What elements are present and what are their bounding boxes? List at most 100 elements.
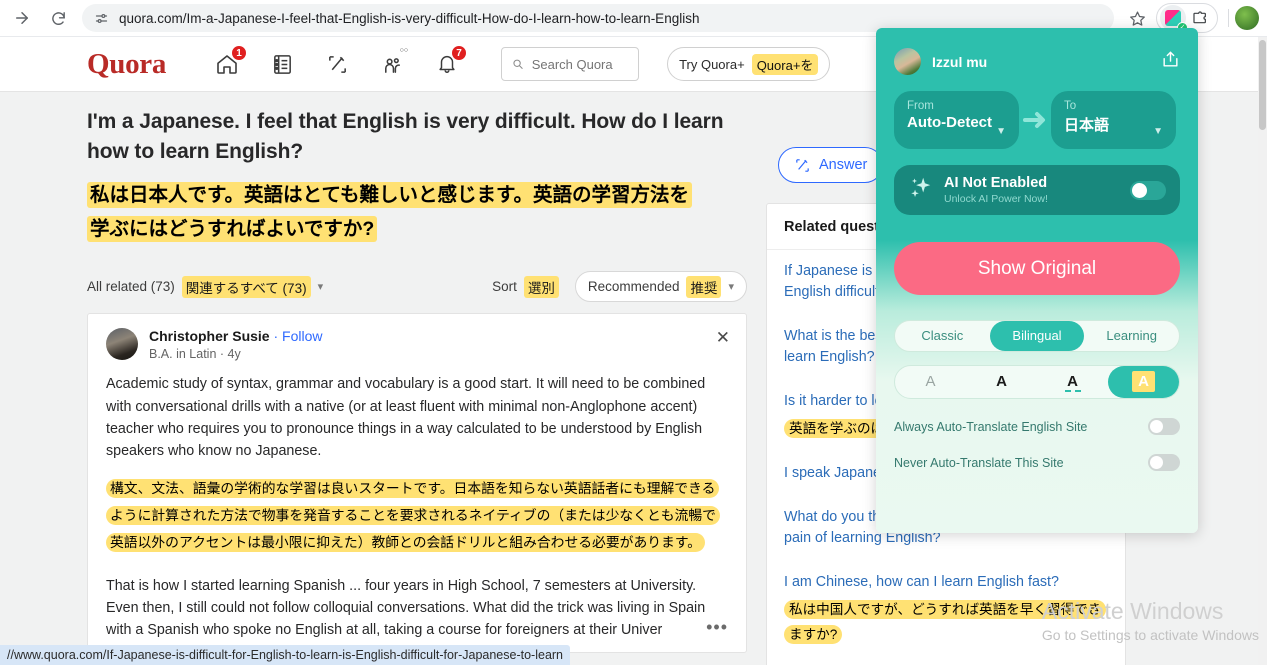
language-selector-row: From Auto-Detect ▼ To 日本語 ▼ xyxy=(876,75,1198,149)
all-related-label: All related (73) xyxy=(87,279,175,295)
sort-controls: Sort 選別 Recommended 推奨 ▾ xyxy=(492,271,747,303)
recommended-dropdown[interactable]: Recommended 推奨 ▾ xyxy=(574,271,747,303)
watermark-subtitle: Go to Settings to activate Windows xyxy=(1041,627,1259,643)
ai-status-title: AI Not Enabled xyxy=(944,174,1048,191)
status-bar-url: //www.quora.com/If-Japanese-is-difficult… xyxy=(0,645,571,665)
windows-activation-watermark: Activate Windows Go to Settings to activ… xyxy=(1042,598,1259,643)
nav-spaces-icon[interactable]: ○○ xyxy=(377,47,408,79)
mode-learning[interactable]: Learning xyxy=(1084,321,1179,351)
page-scrollbar-thumb[interactable] xyxy=(1259,40,1266,130)
style-faded-option[interactable]: A xyxy=(895,366,966,398)
quora-nav: 1 ○○ 7 xyxy=(212,45,468,79)
home-badge: 1 xyxy=(231,45,248,61)
related-question-link[interactable]: I am Chinese, how can I learn English fa… xyxy=(784,574,1059,590)
chevron-down-icon: ▼ xyxy=(996,126,1006,137)
page-title-translation: 私は日本人です。英語はとても難しいと感じます。英語の学習方法を 学ぶにはどうすれ… xyxy=(87,178,747,246)
all-related-filter[interactable]: All related (73) 関連するすべて (73) ▾ xyxy=(87,275,324,298)
page-title-translation-line1: 私は日本人です。英語はとても難しいと感じます。英語の学習方法を xyxy=(87,181,693,208)
profile-avatar[interactable] xyxy=(1235,6,1259,30)
mode-bilingual[interactable]: Bilingual xyxy=(989,321,1085,351)
filter-row: All related (73) 関連するすべて (73) ▾ Sort 選別 … xyxy=(87,271,747,303)
answer-paragraph-2: That is how I started learning Spanish .… xyxy=(106,577,706,639)
option-always-auto-translate-toggle[interactable] xyxy=(1148,418,1180,435)
answer-button-label: Answer xyxy=(819,157,868,173)
search-input[interactable] xyxy=(531,56,629,72)
avatar[interactable] xyxy=(894,48,921,75)
style-highlight-glyph: A xyxy=(1132,371,1155,392)
translate-panel-header: Izzul mu xyxy=(876,28,1198,75)
nav-write-icon[interactable] xyxy=(322,49,352,79)
question-column: I'm a Japanese. I feel that English is v… xyxy=(87,92,747,654)
forward-arrow-icon[interactable] xyxy=(8,4,36,32)
all-related-label-jp: 関連するすべて (73) xyxy=(181,275,311,298)
option-never-auto-translate-toggle[interactable] xyxy=(1148,454,1180,471)
close-x-icon[interactable]: ✕ xyxy=(716,329,730,346)
quora-plus-label: Try Quora+ xyxy=(679,56,745,72)
mode-classic[interactable]: Classic xyxy=(895,321,990,351)
to-value: 日本語 xyxy=(1064,117,1110,134)
page-title-translation-line2: 学ぶにはどうすればよいですか? xyxy=(87,216,378,242)
style-highlight-option[interactable]: A xyxy=(1108,366,1179,398)
quora-plus-label-jp: Quora+を xyxy=(751,53,819,75)
sparkle-icon xyxy=(908,175,934,206)
share-icon[interactable] xyxy=(1161,50,1180,74)
style-selector: A A A A xyxy=(894,365,1180,399)
answer-button[interactable]: Answer xyxy=(778,147,884,183)
answer-paragraph-1-translation: 構文、文法、語彙の学術的な学習は良いスタートです。日本語を知らない英語話者にも理… xyxy=(106,476,728,557)
search-box[interactable] xyxy=(501,47,640,81)
sort-label-jp: 選別 xyxy=(523,275,559,298)
ai-status-subtitle: Unlock AI Power Now! xyxy=(944,193,1048,206)
sort-label-group: Sort 選別 xyxy=(492,275,559,298)
mode-segmented-control: Classic Bilingual Learning xyxy=(894,320,1180,352)
quora-logo[interactable]: Quora xyxy=(87,48,166,81)
author-name[interactable]: Christopher Susie xyxy=(149,328,270,344)
to-label: To xyxy=(1064,100,1077,112)
page-scrollbar-track[interactable] xyxy=(1258,37,1267,665)
to-language-select[interactable]: To 日本語 ▼ xyxy=(1051,91,1176,149)
option-always-auto-translate-label: Always Auto-Translate English Site xyxy=(894,419,1088,434)
translate-extension-panel: Izzul mu From Auto-Detect ▼ To 日本語 ▼ AI … xyxy=(876,28,1198,533)
answer-author: Christopher Susie · Follow B.A. in Latin… xyxy=(106,328,728,361)
watermark-title: Activate Windows xyxy=(1041,597,1224,624)
arrow-right-icon xyxy=(1019,111,1051,129)
author-name-row: Christopher Susie · Follow xyxy=(149,328,323,344)
site-settings-icon[interactable] xyxy=(94,11,109,26)
add-question-button[interactable]: Add question 質問を追加 xyxy=(767,658,1125,665)
answer-paragraph-1: Academic study of syntax, grammar and vo… xyxy=(106,376,706,460)
nav-notifications-bell-icon[interactable]: 7 xyxy=(432,45,468,79)
chevron-down-icon: ▼ xyxy=(1153,126,1163,137)
chevron-down-icon: ▾ xyxy=(728,281,734,294)
author-credential: B.A. in Latin · 4y xyxy=(149,347,241,362)
notifications-badge: 7 xyxy=(451,45,468,61)
quora-plus-button[interactable]: Try Quora+ Quora+を xyxy=(667,47,831,81)
ai-toggle[interactable] xyxy=(1130,180,1166,200)
more-options-icon[interactable]: ••• xyxy=(706,617,728,638)
option-never-auto-translate-label: Never Auto-Translate This Site xyxy=(894,455,1064,470)
chevron-down-icon: ▾ xyxy=(317,281,324,294)
follow-link[interactable]: · Follow xyxy=(273,328,322,344)
nav-answer-list-icon[interactable] xyxy=(267,49,297,79)
recommended-label-jp: 推奨 xyxy=(686,275,722,298)
toolbar-divider xyxy=(1228,9,1229,27)
reload-icon[interactable] xyxy=(44,4,72,32)
nav-home-icon[interactable]: 1 xyxy=(212,45,248,79)
style-bold-option[interactable]: A xyxy=(966,366,1037,398)
search-icon xyxy=(513,59,523,69)
from-language-select[interactable]: From Auto-Detect ▼ xyxy=(894,91,1019,149)
sort-label: Sort xyxy=(492,279,517,295)
from-value: Auto-Detect xyxy=(907,114,992,131)
avatar[interactable] xyxy=(106,328,138,361)
style-dashed-underline-option[interactable]: A xyxy=(1037,366,1108,398)
ai-enable-row[interactable]: AI Not Enabled Unlock AI Power Now! xyxy=(894,165,1180,215)
answer-card: ✕ Christopher Susie · Follow B.A. in Lat… xyxy=(87,313,747,654)
page-title: I'm a Japanese. I feel that English is v… xyxy=(87,110,724,164)
translate-panel-username: Izzul mu xyxy=(932,53,988,70)
recommended-label: Recommended xyxy=(587,279,680,295)
from-label: From xyxy=(907,100,934,112)
option-never-auto-translate[interactable]: Never Auto-Translate This Site xyxy=(894,454,1180,471)
option-always-auto-translate[interactable]: Always Auto-Translate English Site xyxy=(894,418,1180,435)
write-icon xyxy=(796,158,809,172)
url-text: quora.com/Im-a-Japanese-I-feel-that-Engl… xyxy=(119,10,700,26)
show-original-button[interactable]: Show Original xyxy=(894,242,1180,295)
ai-text-group: AI Not Enabled Unlock AI Power Now! xyxy=(944,175,1048,206)
